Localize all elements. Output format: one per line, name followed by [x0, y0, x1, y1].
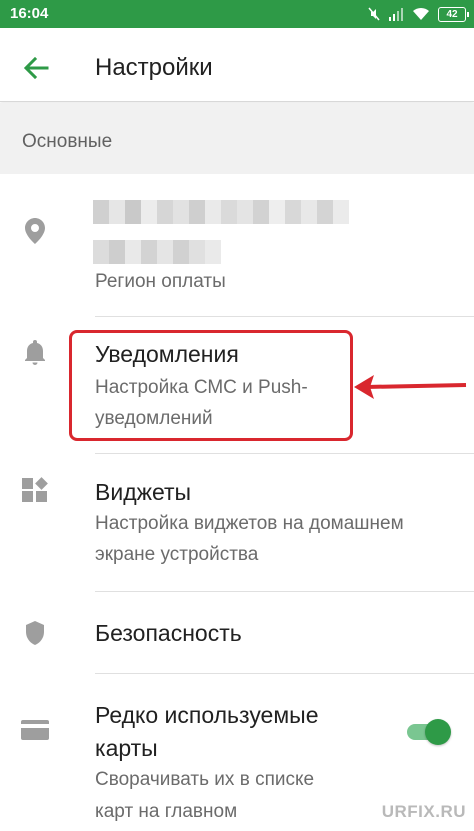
- status-time: 16:04: [10, 5, 49, 22]
- page-title: Настройки: [95, 54, 213, 81]
- rare-cards-toggle[interactable]: [405, 718, 451, 745]
- wifi-icon: [413, 7, 429, 20]
- rare-cards-subtitle-line2: карт на главном: [95, 801, 238, 822]
- blurred-value: [93, 200, 355, 264]
- settings-item-security[interactable]: Безопасность: [0, 593, 474, 674]
- section-header: Основные: [0, 103, 474, 174]
- settings-item-widgets[interactable]: Виджеты Настройка виджетов на домашнем э…: [0, 455, 474, 592]
- settings-item-region[interactable]: Регион оплаты: [0, 174, 474, 317]
- arrow-left-icon: [23, 57, 49, 79]
- battery-level: 42: [446, 8, 458, 20]
- back-button[interactable]: [16, 48, 56, 88]
- highlight-box: [69, 330, 353, 441]
- mute-icon: [368, 7, 380, 21]
- status-bar: 16:04 42: [0, 0, 474, 28]
- security-title: Безопасность: [95, 620, 242, 646]
- widgets-icon: [20, 475, 50, 505]
- watermark: URFIX.RU: [381, 802, 466, 821]
- divider: [95, 453, 474, 454]
- rare-cards-subtitle-line1: Сворачивать их в списке: [95, 769, 315, 790]
- app-bar: Настройки: [0, 28, 474, 102]
- divider: [95, 316, 474, 317]
- widgets-title: Виджеты: [95, 479, 192, 505]
- widgets-subtitle-line1: Настройка виджетов на домашнем: [95, 513, 404, 534]
- signal-icon: [389, 8, 403, 21]
- toggle-thumb: [425, 719, 451, 745]
- shield-icon: [20, 618, 50, 648]
- divider: [95, 673, 474, 674]
- section-title: Основные: [22, 131, 113, 152]
- location-pin-icon: [20, 216, 50, 246]
- bell-icon: [20, 338, 50, 368]
- card-icon: [20, 715, 50, 745]
- region-subtitle: Регион оплаты: [95, 271, 226, 292]
- red-arrow-icon: [354, 375, 467, 399]
- widgets-subtitle-line2: экране устройства: [95, 544, 259, 565]
- rare-cards-title-line2: карты: [95, 735, 158, 761]
- rare-cards-title-line1: Редко используемые: [95, 702, 319, 728]
- divider: [95, 591, 474, 592]
- status-icons: 42: [368, 5, 469, 23]
- battery-icon: 42: [438, 6, 469, 22]
